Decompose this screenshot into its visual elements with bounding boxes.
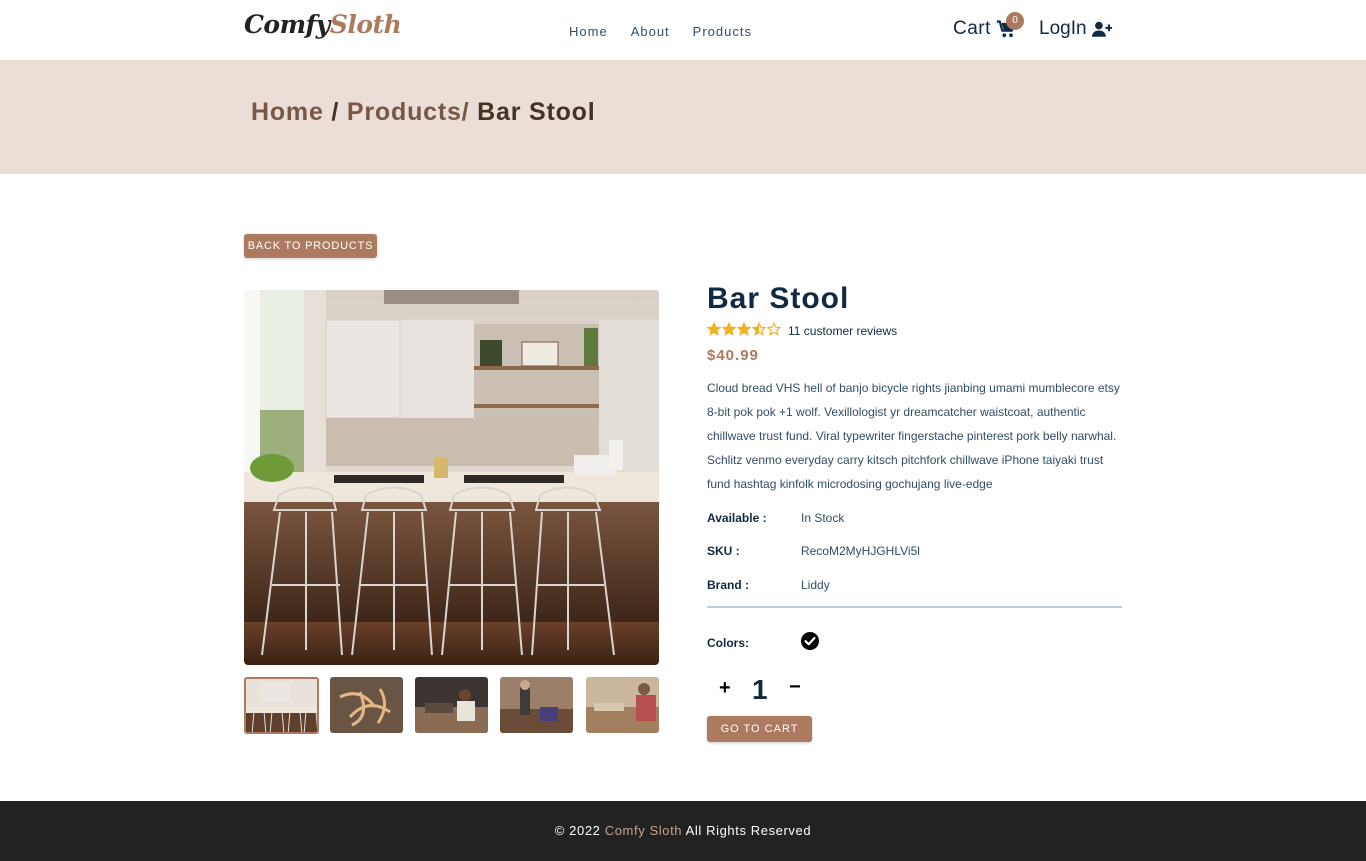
product-description: Cloud bread VHS hell of banjo bicycle ri… — [707, 381, 1120, 491]
star-full-icon — [707, 322, 721, 336]
breadcrumb: Home / Products/ Bar Stool — [251, 98, 596, 126]
divider — [707, 606, 1122, 608]
star-empty-icon — [767, 322, 781, 336]
logo-part1: Comfy — [244, 10, 330, 39]
thumbnail-4[interactable] — [500, 677, 573, 733]
brand-value: Liddy — [801, 578, 830, 592]
breadcrumb-products[interactable]: Products — [347, 98, 462, 126]
login-button[interactable]: LogIn — [1039, 18, 1112, 40]
breadcrumb-current: Bar Stool — [477, 98, 596, 126]
thumbnail-1[interactable] — [244, 677, 319, 734]
availability-value: In Stock — [801, 511, 845, 525]
reviews-count: 11 customer reviews — [788, 324, 898, 338]
thumbnail-2[interactable] — [330, 677, 403, 733]
availability-label: Available : — [707, 511, 767, 525]
thumbnail-5[interactable] — [586, 677, 659, 733]
nav-link-home[interactable]: Home — [569, 24, 608, 39]
sku-value: RecoM2MyHJGHLVi5l — [801, 544, 920, 558]
nav-links: Home About Products — [569, 24, 775, 39]
color-swatch-black[interactable] — [801, 632, 819, 650]
thumbnail-gallery — [244, 677, 659, 734]
main-product-image — [244, 290, 659, 665]
footer-prefix: © 2022 — [554, 823, 601, 838]
breadcrumb-hero: Home / Products/ Bar Stool — [0, 60, 1366, 174]
cart-label: Cart — [953, 18, 991, 39]
sku-label: SKU : — [707, 544, 740, 558]
nav-link-products[interactable]: Products — [693, 24, 752, 39]
star-half-icon — [752, 322, 766, 336]
star-full-icon — [737, 322, 751, 336]
quantity-value: 1 — [752, 674, 768, 705]
footer-brand: Comfy Sloth — [604, 823, 683, 838]
login-label: LogIn — [1039, 18, 1087, 39]
back-to-products-button[interactable]: BACK TO PRODUCTS — [244, 234, 377, 258]
star-full-icon — [722, 322, 736, 336]
thumbnail-3[interactable] — [415, 677, 488, 733]
increase-button[interactable]: + — [719, 677, 731, 700]
footer-copyright: © 2022 Comfy Sloth All Rights Reserved — [0, 823, 1366, 838]
decrease-button[interactable]: − — [789, 676, 801, 699]
cart-count-badge: 0 — [1006, 12, 1024, 30]
footer: © 2022 Comfy Sloth All Rights Reserved — [0, 801, 1366, 861]
footer-suffix: All Rights Reserved — [682, 823, 812, 838]
product-title: Bar Stool — [707, 282, 850, 315]
user-plus-icon — [1091, 21, 1112, 37]
breadcrumb-home[interactable]: Home — [251, 98, 324, 126]
go-to-cart-button[interactable]: GO TO CART — [707, 716, 812, 742]
brand-label: Brand : — [707, 578, 749, 592]
logo-part2: Sloth — [329, 10, 402, 39]
colors-label: Colors: — [707, 636, 749, 650]
logo[interactable]: ComfySloth — [244, 10, 402, 39]
product-price: $40.99 — [707, 347, 759, 364]
navbar: ComfySloth Home About Products Cart 0 Lo… — [0, 0, 1366, 60]
nav-link-about[interactable]: About — [631, 24, 670, 39]
rating-stars — [707, 322, 781, 336]
check-icon — [804, 636, 816, 646]
